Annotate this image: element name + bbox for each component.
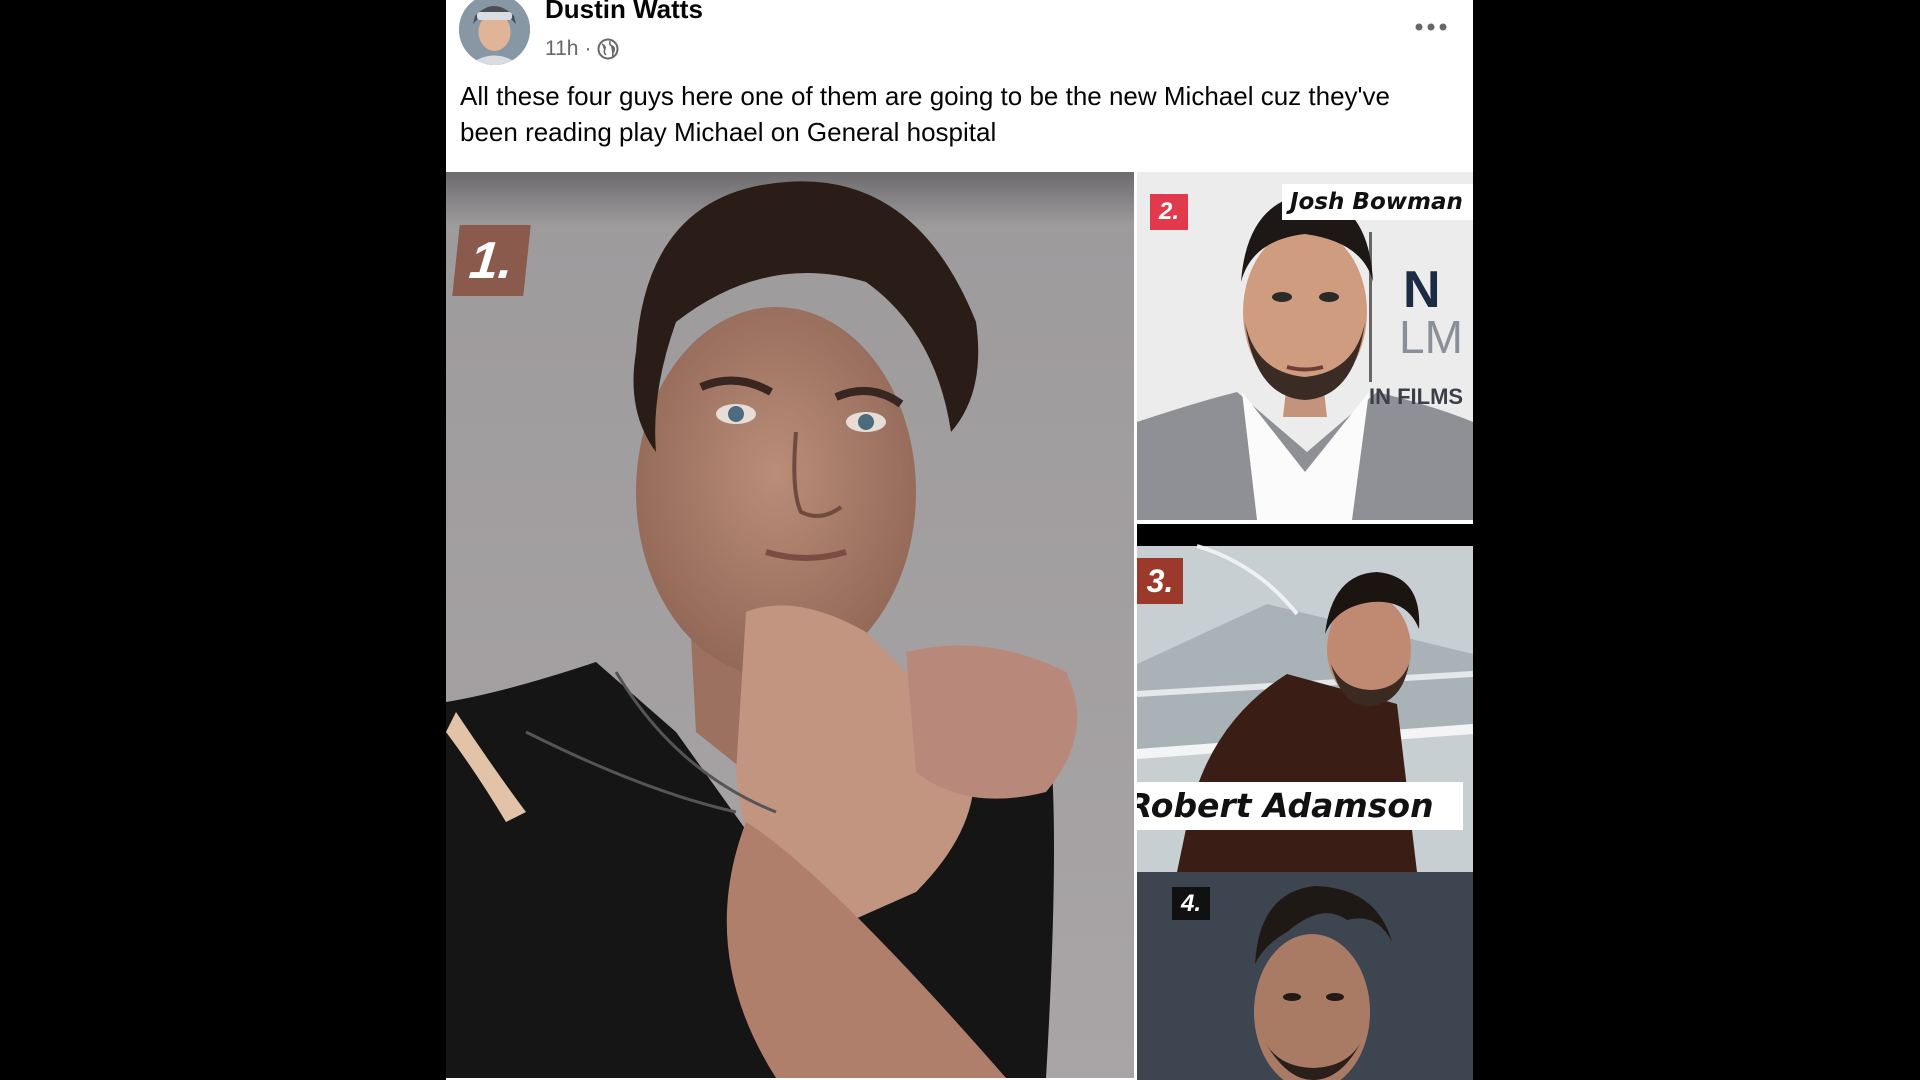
photo-4[interactable]: 4.	[1137, 872, 1473, 1080]
photo-1[interactable]: 1.	[446, 172, 1134, 1078]
post-header: Dustin Watts 11h ·	[446, 0, 1473, 78]
photo-1-number-badge: 1.	[452, 225, 531, 296]
post-timestamp[interactable]: 11h	[545, 37, 578, 61]
globe-icon[interactable]	[597, 38, 619, 60]
photo-grid: 1. N LM IN FILMS 2. Josh Bowman 3. Rober…	[446, 172, 1473, 1080]
photo-2-name-label: Josh Bowman	[1282, 184, 1473, 220]
more-options-button[interactable]	[1408, 12, 1454, 42]
post-text: All these four guys here one of them are…	[460, 81, 1390, 147]
photo-3-name-label: Robert Adamson	[1137, 782, 1463, 830]
backdrop-letters-lm: LM	[1399, 311, 1463, 363]
author-avatar[interactable]	[459, 0, 530, 65]
facebook-post: Dustin Watts 11h · All these four guys h…	[446, 0, 1473, 1080]
photo-2[interactable]: N LM IN FILMS 2. Josh Bowman	[1137, 172, 1473, 520]
photo-2-number-badge: 2.	[1150, 194, 1188, 230]
photo-4-number-badge: 4.	[1172, 887, 1210, 920]
more-options-icon	[1415, 23, 1447, 31]
post-meta: 11h ·	[545, 36, 619, 62]
meta-separator: ·	[584, 37, 592, 60]
backdrop-in-films: IN FILMS	[1369, 384, 1464, 409]
photo-3[interactable]: 3. Robert Adamson	[1137, 524, 1473, 872]
author-name[interactable]: Dustin Watts	[545, 0, 703, 25]
photo-3-number-badge: 3.	[1137, 558, 1183, 604]
